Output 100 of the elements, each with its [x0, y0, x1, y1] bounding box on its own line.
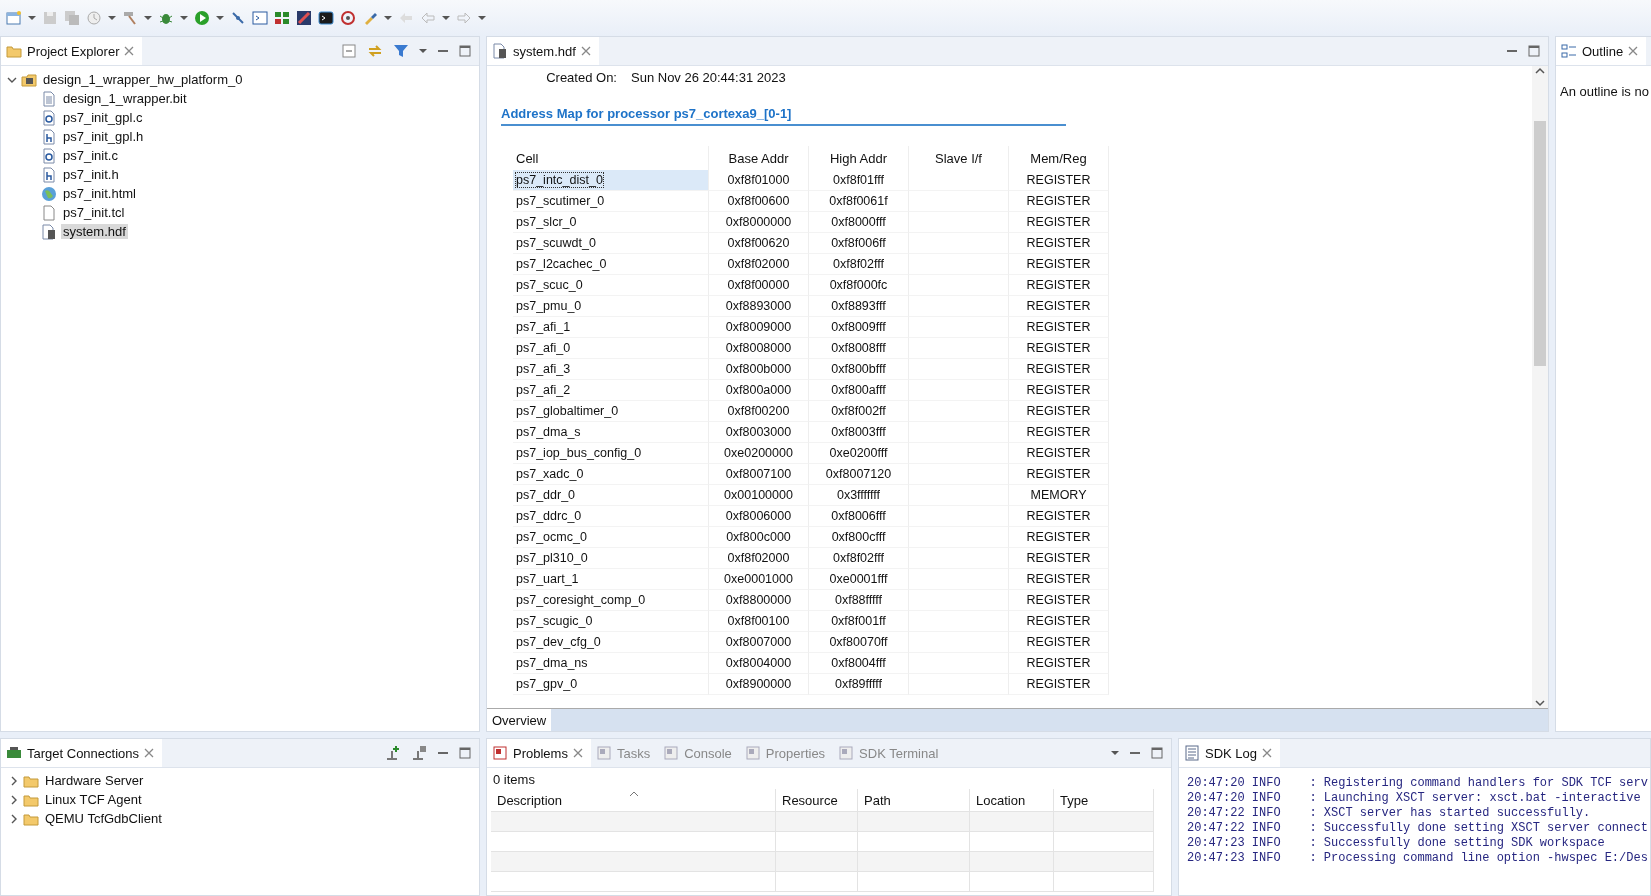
disconnect-icon[interactable] [411, 745, 427, 761]
field-label: Created On: [545, 70, 617, 87]
table-cell[interactable]: ps7_slcr_0 [513, 212, 709, 233]
table-cell[interactable]: ps7_iop_bus_config_0 [513, 443, 709, 464]
tree-item[interactable]: ps7_init.h [61, 167, 121, 182]
table-cell: 0xf800b000 [709, 359, 809, 380]
chevron-right-icon[interactable] [9, 775, 19, 786]
dropdown-icon[interactable] [419, 47, 427, 55]
table-cell: 0xf8f001ff [809, 611, 909, 632]
close-icon[interactable] [580, 46, 591, 56]
table-cell[interactable]: ps7_afi_0 [513, 338, 709, 359]
table-cell[interactable]: ps7_ddr_0 [513, 485, 709, 506]
table-cell[interactable]: ps7_dev_cfg_0 [513, 632, 709, 653]
column-header: Slave I/f [909, 146, 1009, 170]
add-connection-icon[interactable] [385, 745, 401, 761]
table-cell: REGISTER [1009, 212, 1109, 233]
table-cell[interactable]: ps7_l2cachec_0 [513, 254, 709, 275]
close-icon[interactable] [144, 748, 154, 758]
dropdown-icon[interactable] [384, 14, 392, 22]
tree-item[interactable]: Hardware Server [43, 773, 146, 788]
table-cell[interactable]: ps7_afi_2 [513, 380, 709, 401]
dropdown-icon[interactable] [108, 14, 116, 22]
scroll-up-icon[interactable] [1535, 66, 1545, 76]
item-count: 0 items [492, 771, 536, 789]
dropdown-icon[interactable] [144, 14, 152, 22]
overview-tab[interactable]: Overview [487, 709, 552, 731]
tree-item[interactable]: ps7_init.html [61, 186, 138, 201]
terminal-window-icon[interactable] [252, 10, 268, 26]
run-icon[interactable] [194, 10, 210, 26]
table-cell[interactable]: ps7_pmu_0 [513, 296, 709, 317]
dropdown-icon[interactable] [478, 14, 486, 22]
dropdown-icon[interactable] [216, 14, 224, 22]
table-cell: REGISTER [1009, 506, 1109, 527]
table-cell[interactable]: ps7_pl310_0 [513, 548, 709, 569]
tree-item[interactable]: QEMU TcfGdbClient [43, 811, 164, 826]
close-icon[interactable] [1262, 748, 1273, 758]
maximize-icon[interactable] [1528, 45, 1540, 57]
editor-tab[interactable]: system.hdf [487, 37, 599, 65]
column-header[interactable]: Path [858, 789, 970, 812]
hammer-icon[interactable] [122, 10, 138, 26]
close-icon[interactable] [1628, 46, 1639, 56]
maximize-icon[interactable] [459, 747, 471, 759]
dropdown-icon[interactable] [1111, 749, 1119, 757]
scrollbar-thumb[interactable] [1534, 121, 1546, 366]
dropdown-icon[interactable] [28, 14, 36, 22]
scroll-down-icon[interactable] [1535, 698, 1545, 708]
table-cell[interactable]: ps7_scutimer_0 [513, 191, 709, 212]
h-file-icon [41, 166, 57, 183]
table-cell[interactable]: ps7_dma_ns [513, 653, 709, 674]
tree-item[interactable]: ps7_init.tcl [61, 205, 127, 220]
chevron-right-icon[interactable] [9, 794, 19, 805]
tree-item[interactable]: Linux TCF Agent [43, 792, 144, 807]
dropdown-icon[interactable] [442, 14, 450, 22]
table-cell[interactable]: ps7_afi_1 [513, 317, 709, 338]
table-cell: 0xf800cfff [809, 527, 909, 548]
log-line: 20:47:23 INFO : Processing command line option -hwspec E:/Des [1187, 851, 1649, 866]
log-line: 20:47:20 INFO : Registering command handlers for SDK TCF serv [1187, 776, 1649, 791]
tree-item[interactable]: ps7_init.c [61, 148, 120, 163]
chevron-right-icon[interactable] [9, 813, 19, 824]
tree-item[interactable]: ps7_init_gpl.h [61, 129, 146, 144]
table-cell[interactable]: ps7_scuwdt_0 [513, 233, 709, 254]
close-icon[interactable] [124, 46, 135, 56]
panel-icon[interactable] [296, 10, 312, 26]
maximize-icon[interactable] [1151, 747, 1163, 759]
tree-item[interactable]: ps7_init_gpl.c [61, 110, 145, 125]
table-cell: 0xf8f00000 [709, 275, 809, 296]
filter-icon[interactable] [393, 43, 409, 59]
column-header[interactable]: Location [970, 789, 1054, 812]
table-cell[interactable]: ps7_scugic_0 [513, 611, 709, 632]
table-cell[interactable]: ps7_xadc_0 [513, 464, 709, 485]
grid-icon[interactable] [274, 10, 290, 26]
column-header[interactable]: Resource [776, 789, 858, 812]
close-icon[interactable] [572, 748, 583, 758]
view-tab[interactable]: Target Connections [1, 739, 162, 767]
table-cell[interactable]: ps7_afi_3 [513, 359, 709, 380]
view-tab[interactable]: Outline [1556, 37, 1647, 65]
tree-item[interactable]: design_1_wrapper_hw_platform_0 [41, 72, 245, 87]
table-cell: REGISTER [1009, 527, 1109, 548]
dropdown-icon[interactable] [180, 14, 188, 22]
table-cell[interactable]: ps7_uart_1 [513, 569, 709, 590]
table-cell[interactable]: ps7_coresight_comp_0 [513, 590, 709, 611]
table-cell: REGISTER [1009, 422, 1109, 443]
view-tab[interactable]: Project Explorer [1, 37, 143, 65]
tree-item[interactable]: system.hdf [61, 224, 128, 239]
table-cell[interactable]: ps7_gpv_0 [513, 674, 709, 695]
table-cell[interactable]: ps7_dma_s [513, 422, 709, 443]
table-cell[interactable]: ps7_scuc_0 [513, 275, 709, 296]
column-header[interactable]: Type [1054, 789, 1154, 812]
column-header: Mem/Reg [1009, 146, 1109, 170]
column-header[interactable]: Description [491, 789, 776, 812]
view-tab[interactable]: SDK Log [1179, 739, 1281, 767]
table-cell[interactable]: ps7_ddrc_0 [513, 506, 709, 527]
tree-item[interactable]: design_1_wrapper.bit [61, 91, 189, 106]
table-cell: 0x00100000 [709, 485, 809, 506]
table-cell[interactable]: ps7_intc_dist_0 [513, 170, 709, 191]
table-cell[interactable]: ps7_globaltimer_0 [513, 401, 709, 422]
table-cell[interactable]: ps7_ocmc_0 [513, 527, 709, 548]
maximize-icon[interactable] [459, 45, 471, 57]
table-cell: 0xf8007120 [809, 464, 909, 485]
view-tab[interactable]: Problems [487, 739, 591, 767]
